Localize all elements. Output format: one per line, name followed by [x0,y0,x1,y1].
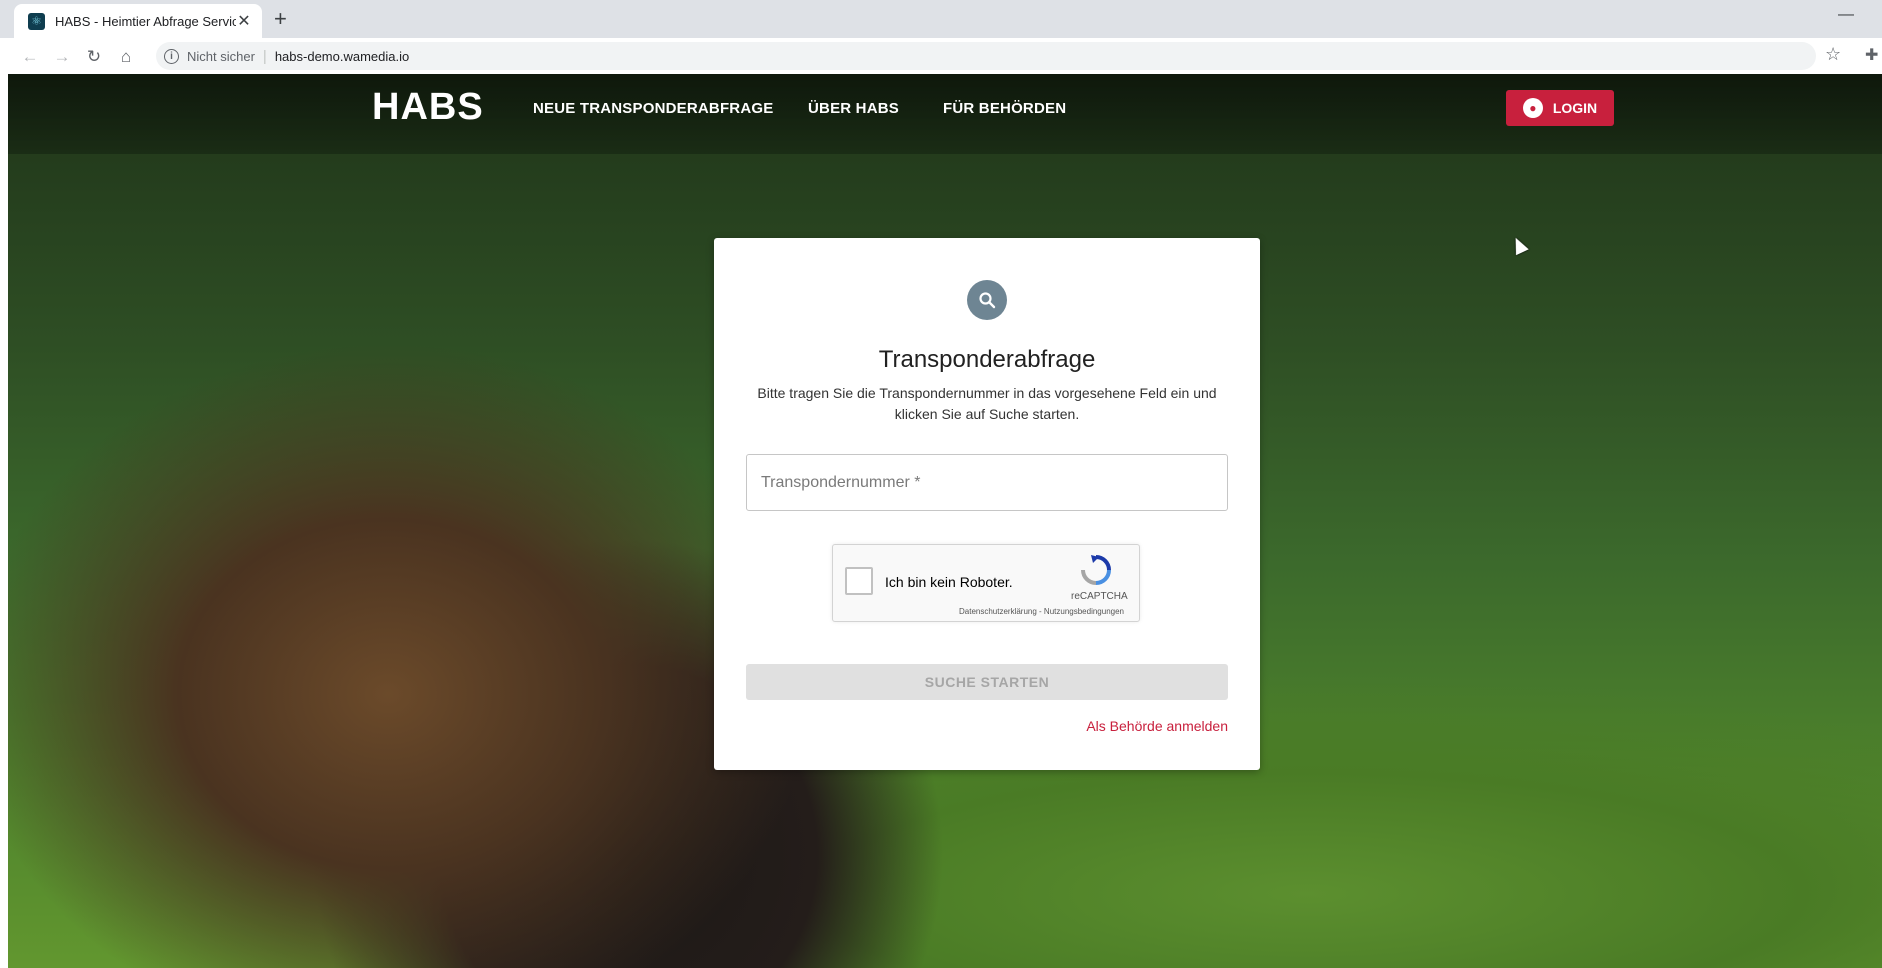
login-label: LOGIN [1552,100,1598,116]
search-icon [967,280,1007,320]
omnibox[interactable]: i Nicht sicher | habs-demo.wamedia.io [156,42,1816,70]
recaptcha-checkbox[interactable] [845,567,873,595]
recaptcha-brand: reCAPTCHA [1071,591,1128,602]
site-logo[interactable]: HABS [372,86,484,129]
recaptcha-links[interactable]: Datenschutzerklärung - Nutzungsbedingung… [959,607,1124,616]
home-icon[interactable]: ⌂ [110,48,142,65]
account-circle-icon: ● [1522,98,1543,118]
omnibox-separator: | [262,47,267,65]
reload-icon[interactable]: ↻ [78,48,110,65]
recaptcha-label: Ich bin kein Roboter. [885,574,1013,590]
react-atom-icon: ⚛ [28,12,45,30]
puzzle-icon[interactable]: ✚ [1865,45,1878,65]
card-description: Bitte tragen Sie die Transpondernummer i… [744,383,1230,425]
transponder-number-input[interactable] [746,454,1228,511]
close-tab-icon[interactable]: ✕ [236,11,252,31]
browser-tab-bar: ⚛ HABS - Heimtier Abfrage Service ✕ + — [0,0,1882,38]
nav-fuer-behoerden[interactable]: FÜR BEHÖRDEN [943,100,1066,117]
back-icon[interactable]: ← [14,48,46,65]
page-background: HABS NEUE TRANSPONDERABFRAGE ÜBER HABS F… [8,74,1882,968]
browser-address-bar: ← → ↻ ⌂ i Nicht sicher | habs-demo.wamed… [0,38,1882,74]
login-button[interactable]: ● LOGIN [1506,90,1614,126]
minimize-window-button[interactable]: — [1838,6,1854,24]
authority-login-link[interactable]: Als Behörde anmelden [1086,718,1228,734]
description-line-1: Bitte tragen Sie die Transpondernummer i… [757,385,1217,401]
nav-ueber-habs[interactable]: ÜBER HABS [808,100,899,117]
new-tab-button[interactable]: + [274,8,287,30]
description-line-2: klicken Sie auf Suche starten. [894,406,1080,422]
info-icon[interactable]: i [164,48,179,64]
transponder-search-card: Transponderabfrage Bitte tragen Sie die … [714,238,1260,770]
recaptcha-widget: Ich bin kein Roboter. reCAPTCHA Datensch… [832,544,1140,622]
mouse-cursor-icon [1509,234,1529,256]
card-title: Transponderabfrage [878,346,1096,373]
security-label[interactable]: Nicht sicher [187,49,255,64]
recaptcha-logo-icon [1081,555,1111,585]
bookmark-star-icon[interactable]: ☆ [1825,44,1841,65]
forward-icon[interactable]: → [46,48,78,65]
site-header: HABS NEUE TRANSPONDERABFRAGE ÜBER HABS F… [8,74,1882,142]
nav-neue-transponderabfrage[interactable]: NEUE TRANSPONDERABFRAGE [533,100,773,117]
url-text[interactable]: habs-demo.wamedia.io [275,49,409,64]
browser-tab[interactable]: ⚛ HABS - Heimtier Abfrage Service ✕ [14,4,262,38]
tab-title: HABS - Heimtier Abfrage Service [55,13,236,29]
search-start-button[interactable]: SUCHE STARTEN [746,664,1228,700]
